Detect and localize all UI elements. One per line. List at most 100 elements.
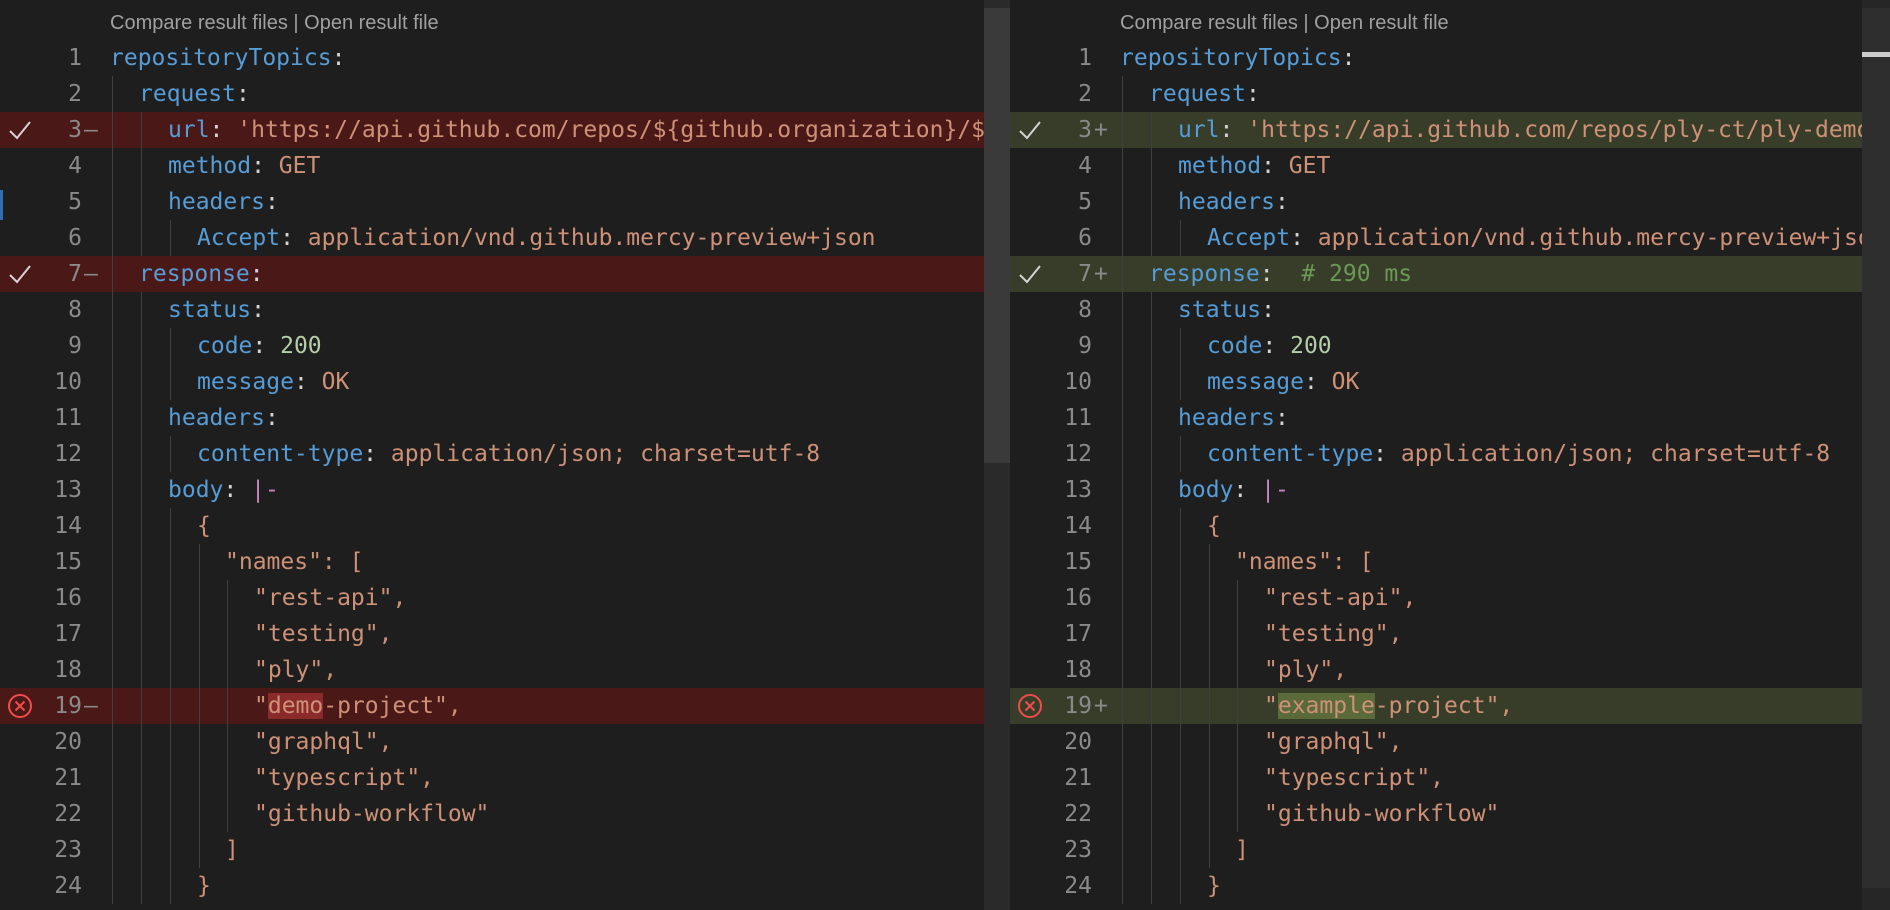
indent-guide [112, 508, 113, 544]
indent-guide [199, 544, 200, 580]
indent-guide [227, 724, 228, 760]
code-line: "demo-project", 19— [0, 688, 1010, 724]
check-icon[interactable] [1016, 256, 1044, 292]
indent-guide [141, 148, 142, 184]
code-line: headers: 5 [1010, 184, 1890, 220]
indent-guide [1122, 616, 1123, 652]
vertical-scrollbar[interactable] [984, 0, 1010, 910]
line-number: 15 [54, 549, 82, 575]
indent-guide [1122, 256, 1123, 292]
code-line: "github-workflow" 22 [1010, 796, 1890, 832]
indent-guide [112, 472, 113, 508]
error-circle-icon[interactable] [1016, 688, 1044, 724]
scrollbar-thumb[interactable] [1862, 8, 1890, 888]
yaml-key: message [1207, 369, 1304, 395]
compare-result-files-link[interactable]: Compare result files [1120, 12, 1298, 34]
line-number: 19 [1064, 693, 1092, 719]
line-number: 24 [54, 873, 82, 899]
removed-line-marker: — [84, 261, 98, 287]
code-line: } 24 [0, 868, 1010, 904]
line-number: 24 [1064, 873, 1092, 899]
code-line: "testing", 17 [0, 616, 1010, 652]
yaml-key: method [1178, 153, 1262, 179]
indent-guide [1122, 220, 1123, 256]
yaml-block-indicator: |- [1261, 477, 1289, 503]
indent-guide [1237, 760, 1238, 796]
check-icon[interactable] [6, 112, 34, 148]
code-line: url: 'https://api.github.com/repos/${git… [0, 112, 1010, 148]
yaml-key: headers [1178, 405, 1275, 431]
indent-guide [1180, 760, 1181, 796]
line-number: 1 [68, 45, 82, 71]
open-result-file-link[interactable]: Open result file [1314, 12, 1449, 34]
yaml-value: application/json; charset=utf-8 [390, 441, 821, 467]
indent-guide [141, 724, 142, 760]
line-number: 23 [1064, 837, 1092, 863]
indent-guide [1151, 292, 1152, 328]
indent-guide [1237, 688, 1238, 724]
code-lines[interactable]: repositoryTopics: 1 request: 2 url: 'https… [0, 40, 1010, 904]
indent-guide [1209, 724, 1210, 760]
indent-guide [141, 472, 142, 508]
indent-guide [1122, 724, 1123, 760]
code-lines[interactable]: repositoryTopics: 1 request: 2 url: 'https… [1010, 40, 1890, 904]
indent-guide [1151, 472, 1152, 508]
indent-guide [1151, 616, 1152, 652]
indent-guide [1180, 364, 1181, 400]
error-circle-icon[interactable] [6, 688, 34, 724]
indent-guide [141, 292, 142, 328]
indent-guide [227, 652, 228, 688]
code-line: status: 8 [1010, 292, 1890, 328]
yaml-block-indicator: |- [251, 477, 279, 503]
indent-guide [1122, 364, 1123, 400]
yaml-key: headers [168, 189, 265, 215]
yaml-value: 'https://api.github.com/repos/${github.o… [237, 117, 999, 143]
indent-guide [141, 220, 142, 256]
indent-guide [1180, 436, 1181, 472]
indent-guide [170, 796, 171, 832]
vertical-scrollbar[interactable] [1862, 0, 1890, 910]
indent-guide [112, 76, 113, 112]
indent-guide [1180, 616, 1181, 652]
indent-guide [1122, 796, 1123, 832]
indent-guide [1151, 112, 1152, 148]
code-line: content-type: application/json; charset=… [0, 436, 1010, 472]
indent-guide [199, 724, 200, 760]
compare-result-files-link[interactable]: Compare result files [110, 12, 288, 34]
line-number: 3 [1078, 117, 1092, 143]
indent-guide [141, 112, 142, 148]
line-number: 14 [54, 513, 82, 539]
line-number: 4 [1078, 153, 1092, 179]
check-icon[interactable] [6, 256, 34, 292]
line-number: 5 [68, 189, 82, 215]
code-line: "names": [15 [0, 544, 1010, 580]
scrollbar-thumb[interactable] [984, 8, 1010, 463]
added-line-marker: + [1094, 117, 1108, 143]
open-result-file-link[interactable]: Open result file [304, 12, 439, 34]
line-number: 22 [1064, 801, 1092, 827]
indent-guide [141, 688, 142, 724]
yaml-key: repositoryTopics [1120, 45, 1342, 71]
line-number: 9 [68, 333, 82, 359]
indent-guide [141, 400, 142, 436]
indent-guide [112, 292, 113, 328]
indent-guide [1151, 868, 1152, 904]
indent-guide [227, 688, 228, 724]
indent-guide [1122, 508, 1123, 544]
indent-guide [141, 508, 142, 544]
indent-guide [1151, 724, 1152, 760]
removed-line-marker: — [84, 693, 98, 719]
yaml-value: application/json; charset=utf-8 [1400, 441, 1831, 467]
indent-guide [1180, 220, 1181, 256]
indent-guide [1151, 184, 1152, 220]
indent-guide [1151, 652, 1152, 688]
line-number: 2 [68, 81, 82, 107]
indent-guide [1209, 652, 1210, 688]
check-icon[interactable] [1016, 112, 1044, 148]
indent-guide [170, 724, 171, 760]
yaml-value: 200 [280, 333, 322, 359]
code-line: "ply", 18 [1010, 652, 1890, 688]
indent-guide [170, 436, 171, 472]
indent-guide [1122, 832, 1123, 868]
yaml-key: repositoryTopics [110, 45, 332, 71]
